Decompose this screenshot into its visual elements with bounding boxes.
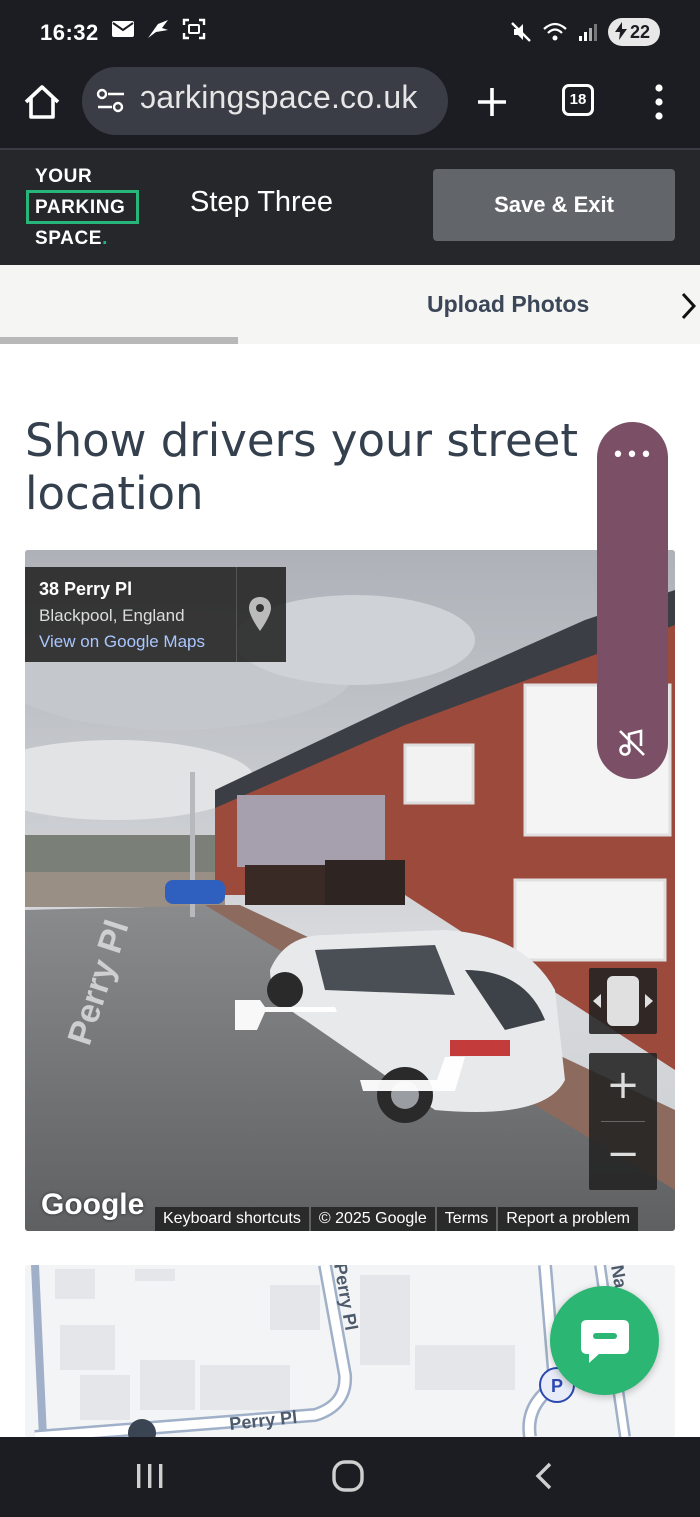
screenshot-icon	[182, 18, 206, 40]
status-icons-right: 22	[510, 18, 660, 46]
google-logo: Google	[41, 1188, 145, 1221]
progress-nav: Upload Photos	[0, 265, 700, 344]
copyright-text: © 2025 Google	[310, 1207, 435, 1231]
street-view-footer: Keyboard shortcuts © 2025 Google Terms R…	[155, 1207, 638, 1231]
rotate-view-icon	[593, 976, 653, 1026]
logo-line-2: PARKING	[35, 197, 126, 218]
signal-icon	[578, 24, 597, 41]
home-nav-icon[interactable]	[331, 1459, 365, 1493]
floating-assistant-panel[interactable]: •••	[597, 422, 668, 779]
view-on-google-maps-link[interactable]: View on Google Maps	[39, 632, 205, 652]
street-view[interactable]: Perry Pl 38 Perry Pl Blackpool, England …	[25, 550, 675, 1231]
zoom-controls: + −	[589, 1053, 657, 1190]
site-header: YOUR PARKING SPACE. Step Three Save & Ex…	[0, 148, 700, 265]
site-settings-icon[interactable]	[96, 87, 126, 115]
zoom-out-button[interactable]: −	[589, 1122, 657, 1190]
logo-line-3-text: SPACE	[35, 228, 103, 249]
logo-dot: .	[102, 228, 108, 249]
recent-apps-icon[interactable]	[132, 1461, 168, 1491]
menu-icon[interactable]	[646, 80, 672, 124]
logo-line-3: SPACE.	[35, 228, 108, 250]
keyboard-shortcuts-link[interactable]: Keyboard shortcuts	[155, 1207, 309, 1231]
step-title: Step Three	[190, 186, 333, 218]
system-nav-bar	[0, 1437, 700, 1517]
report-problem-link[interactable]: Report a problem	[498, 1207, 638, 1231]
logo-line-1: YOUR	[35, 166, 93, 187]
new-tab-icon[interactable]	[474, 84, 510, 120]
mail-icon	[112, 21, 134, 37]
map-pin-icon[interactable]	[249, 597, 271, 631]
wifi-icon	[543, 22, 567, 41]
back-icon[interactable]	[530, 1461, 558, 1491]
street-view-city: Blackpool, England	[39, 606, 185, 625]
home-icon[interactable]	[22, 82, 62, 122]
tabs-button[interactable]: 18	[562, 84, 594, 116]
mute-icon	[511, 22, 531, 42]
charging-bolt-icon	[614, 22, 627, 40]
info-card-divider	[236, 567, 237, 662]
url-bar[interactable]: ɔarkingspace.co.uk	[82, 67, 448, 135]
chat-button[interactable]	[550, 1286, 659, 1395]
battery-icon: 22	[607, 18, 660, 46]
street-view-rotate-control[interactable]	[589, 968, 657, 1034]
browser-toolbar: ɔarkingspace.co.uk 18	[0, 66, 700, 148]
zoom-in-button[interactable]: +	[589, 1053, 657, 1121]
bird-icon	[148, 20, 168, 38]
status-bar: 16:32 22	[0, 0, 700, 66]
progress-track	[0, 337, 700, 344]
status-time: 16:32	[40, 20, 99, 45]
parking-marker-label: P	[551, 1376, 563, 1396]
progress-fill	[0, 337, 238, 344]
terms-link[interactable]: Terms	[436, 1207, 497, 1231]
battery-level: 22	[629, 22, 650, 42]
tab-count: 18	[569, 91, 587, 108]
street-view-address: 38 Perry Pl	[39, 579, 133, 599]
street-view-info-card: 38 Perry Pl Blackpool, England View on G…	[25, 567, 286, 662]
progress-step-label[interactable]: Upload Photos	[427, 291, 589, 318]
status-icons-left	[112, 18, 206, 40]
music-off-icon[interactable]	[617, 728, 647, 758]
page-title: Show drivers your street location	[25, 414, 578, 520]
url-text: ɔarkingspace.co.uk	[140, 79, 418, 115]
chat-icon	[581, 1320, 629, 1363]
save-exit-button[interactable]: Save & Exit	[433, 169, 675, 241]
logo-box: PARKING	[26, 190, 139, 224]
more-options-icon[interactable]: •••	[597, 445, 668, 467]
chevron-right-icon[interactable]	[678, 291, 698, 321]
